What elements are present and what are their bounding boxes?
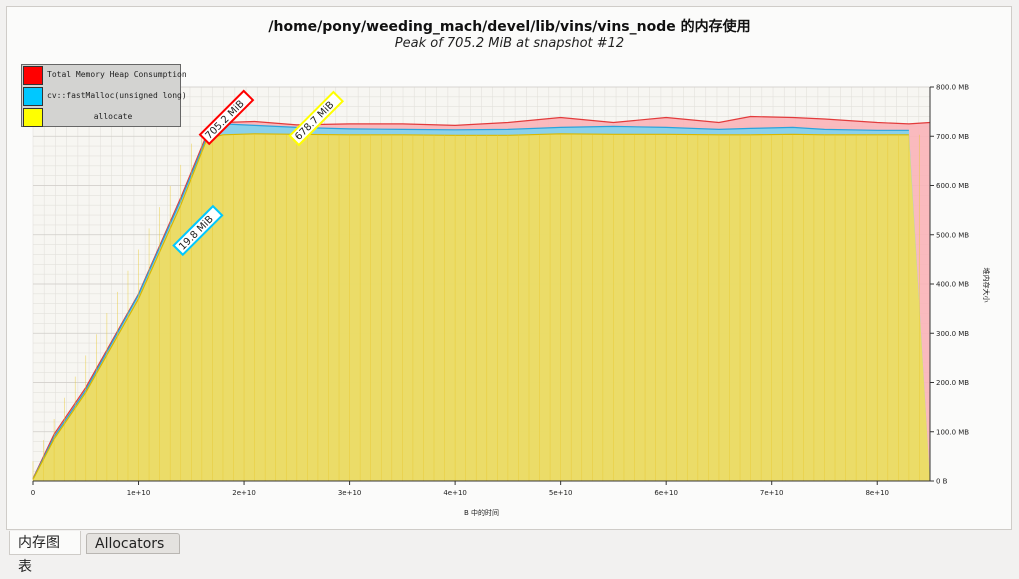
y-axis-label: 堆内存大小 — [982, 268, 991, 303]
legend-item-fastmalloc: cv::fastMalloc(unsigned long) — [22, 86, 187, 107]
x-tick-label: 6e+10 — [654, 489, 678, 497]
x-axis-label: B 中的时间 — [464, 508, 499, 517]
y-tick-label: 100.0 MB — [936, 428, 969, 436]
legend-swatch-total — [23, 66, 43, 85]
y-tick-label: 0 B — [936, 478, 948, 486]
legend-item-allocate: allocate — [22, 107, 180, 128]
x-tick-label: 5e+10 — [549, 489, 573, 497]
y-tick-label: 200.0 MB — [936, 379, 969, 387]
y-tick-label: 300.0 MB — [936, 330, 969, 338]
x-tick-label: 2e+10 — [232, 489, 256, 497]
x-tick-label: 3e+10 — [338, 489, 362, 497]
legend-item-total: Total Memory Heap Consumption — [22, 65, 187, 86]
legend-swatch-allocate — [23, 108, 43, 127]
legend-swatch-fastmalloc — [23, 87, 43, 106]
legend-label-total: Total Memory Heap Consumption — [47, 70, 187, 79]
x-tick-label: 4e+10 — [443, 489, 467, 497]
x-tick-label: 8e+10 — [865, 489, 889, 497]
y-tick-label: 700.0 MB — [936, 133, 969, 141]
legend-label-allocate: allocate — [93, 112, 133, 121]
x-tick-label: 1e+10 — [127, 489, 151, 497]
tab-allocators[interactable]: Allocators — [86, 533, 180, 554]
chart-legend: Total Memory Heap Consumption cv::fastMa… — [21, 64, 187, 128]
x-tick-label: 0 — [31, 489, 35, 497]
y-tick-label: 800.0 MB — [936, 84, 969, 92]
tab-memory-chart[interactable]: 内存图表 — [9, 531, 81, 575]
legend-label-fastmalloc: cv::fastMalloc(unsigned long) — [47, 91, 187, 100]
y-tick-label: 500.0 MB — [936, 231, 969, 239]
y-tick-label: 400.0 MB — [936, 281, 969, 289]
y-tick-label: 600.0 MB — [936, 182, 969, 190]
x-tick-label: 7e+10 — [760, 489, 784, 497]
